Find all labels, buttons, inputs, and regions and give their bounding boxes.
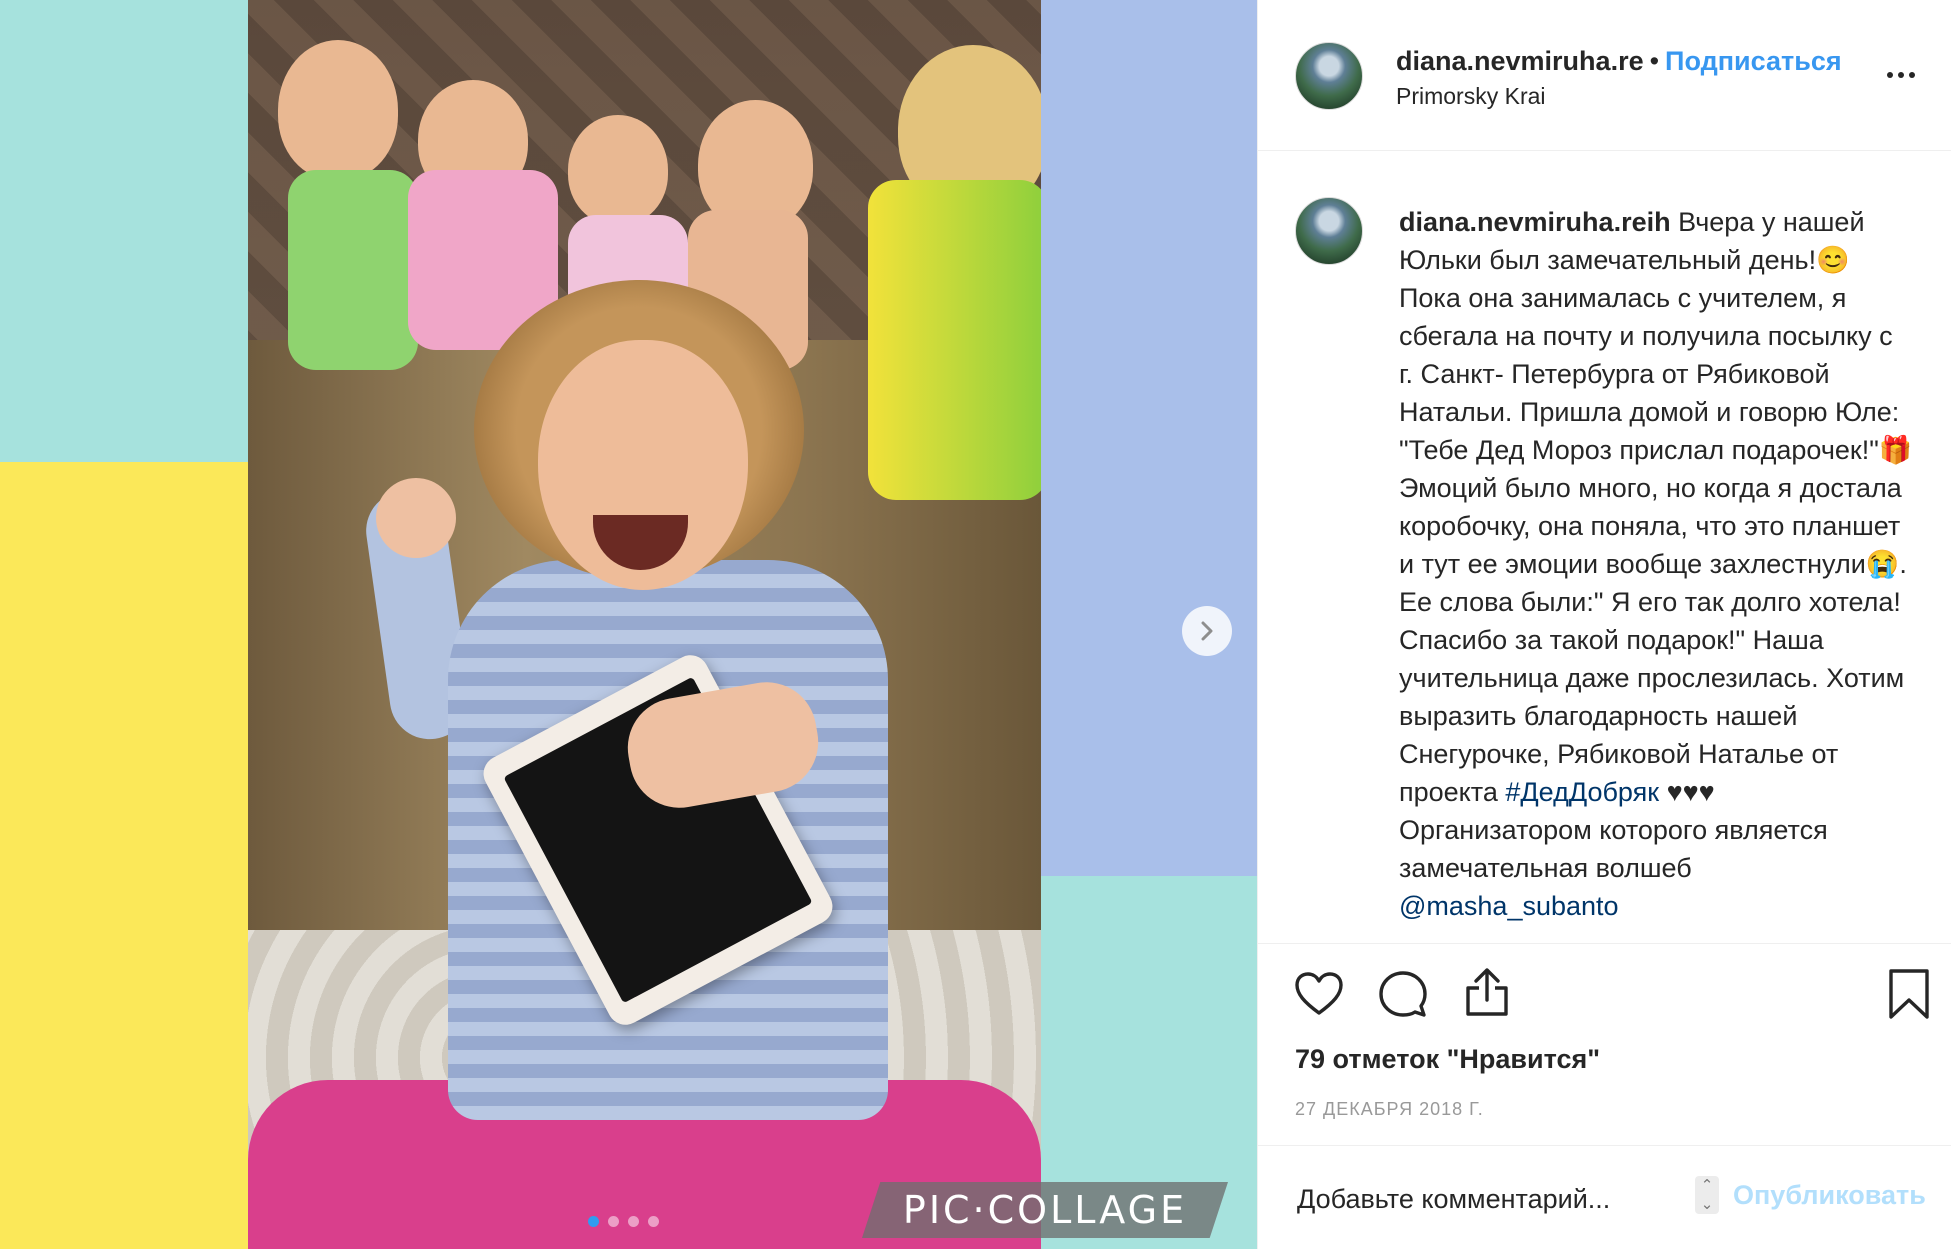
caption-avatar[interactable] — [1295, 197, 1363, 265]
comment-button[interactable] — [1378, 969, 1428, 1024]
carousel-dot[interactable] — [588, 1216, 599, 1227]
doll-body — [288, 170, 418, 370]
post-photo — [248, 0, 1041, 1249]
carousel-dots — [588, 1216, 659, 1227]
doll-head — [568, 115, 668, 225]
carousel-dot[interactable] — [648, 1216, 659, 1227]
bookmark-icon — [1889, 969, 1929, 1019]
caption-hashtag[interactable]: #ДедДобряк — [1505, 777, 1659, 807]
comments-area[interactable]: diana.nevmiruha.reih Вчера у нашей Юльки… — [1258, 151, 1951, 941]
header-line: diana.nevmiruha.re • Подписаться — [1396, 46, 1842, 77]
post-date: 27 ДЕКАБРЯ 2018 Г. — [1295, 1099, 1484, 1119]
post-header: diana.nevmiruha.re • Подписаться Primorsky… — [1258, 0, 1951, 151]
post-actions: 79 отметок "Нравится" 27 ДЕКАБРЯ 2018 Г.… — [1258, 943, 1951, 1250]
comment-icon — [1379, 971, 1427, 1017]
chevron-right-icon — [1201, 621, 1213, 641]
collage-bg-yellow — [0, 462, 248, 1249]
post-side-panel: diana.nevmiruha.re • Подписаться Primorsky… — [1257, 0, 1951, 1249]
like-button[interactable] — [1294, 971, 1344, 1022]
save-button[interactable] — [1888, 968, 1930, 1025]
caption-username[interactable]: diana.nevmiruha.reih — [1399, 207, 1671, 237]
comment-bar: ⌃⌄ Опубликовать — [1258, 1145, 1951, 1251]
author-avatar[interactable] — [1295, 42, 1363, 110]
heart-icon — [1295, 972, 1343, 1015]
carousel-next-button[interactable] — [1182, 606, 1232, 656]
share-button[interactable] — [1462, 966, 1512, 1023]
post-location[interactable]: Primorsky Krai — [1396, 83, 1546, 110]
header-bullet: • — [1649, 46, 1660, 76]
caption-mention[interactable]: @masha_subanto — [1399, 891, 1619, 921]
carousel-dot[interactable] — [608, 1216, 619, 1227]
caption-text: Вчера у нашей Юльки был замечательный де… — [1399, 207, 1913, 807]
collage-bg-teal — [0, 0, 248, 462]
watermark: PIC·COLLAGE — [862, 1182, 1228, 1238]
post-caption: diana.nevmiruha.reih Вчера у нашей Юльки… — [1399, 203, 1914, 925]
more-options-button[interactable] — [1883, 60, 1919, 90]
doll-head — [278, 40, 398, 180]
likes-count[interactable]: 79 отметок "Нравится" — [1295, 1044, 1600, 1075]
carousel-dot[interactable] — [628, 1216, 639, 1227]
author-username[interactable]: diana.nevmiruha.re — [1396, 46, 1644, 76]
post-media: PIC·COLLAGE — [0, 0, 1257, 1249]
photo-girl-fist — [376, 478, 456, 558]
share-icon — [1466, 968, 1508, 1016]
doll-body — [868, 180, 1041, 500]
comment-input[interactable] — [1295, 1178, 1699, 1220]
more-dots-icon — [1887, 72, 1893, 78]
post-comment-button[interactable]: Опубликовать — [1733, 1180, 1926, 1211]
follow-button[interactable]: Подписаться — [1665, 46, 1842, 76]
textarea-resize-handle[interactable]: ⌃ ⌄ — [1695, 1176, 1719, 1214]
collage-bg-blue — [1041, 0, 1257, 876]
